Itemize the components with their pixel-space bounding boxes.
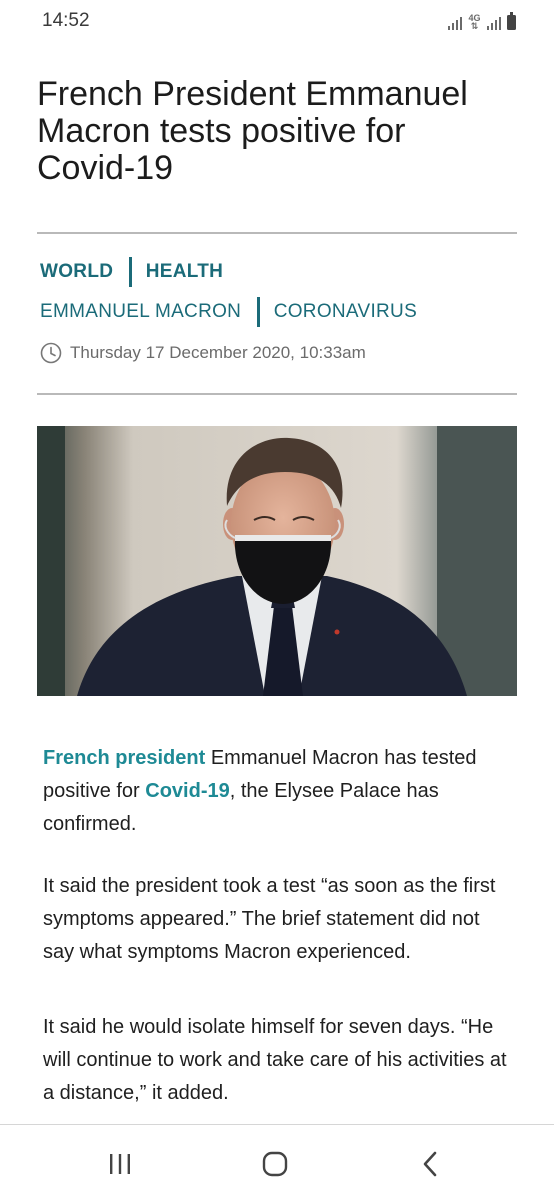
back-icon bbox=[423, 1151, 437, 1177]
battery-icon bbox=[507, 12, 516, 30]
tag-world[interactable]: WORLD bbox=[40, 261, 113, 283]
article-paragraph-1: French president Emmanuel Macron has tes… bbox=[43, 742, 513, 841]
recent-apps-button[interactable] bbox=[100, 1149, 140, 1179]
divider-bottom bbox=[37, 393, 517, 395]
divider-top bbox=[37, 232, 517, 234]
4g-data-icon: 4G ⇅ bbox=[468, 13, 481, 31]
section-tags: WORLD HEALTH bbox=[40, 257, 223, 287]
man-in-black-face-mask-image bbox=[37, 426, 517, 696]
link-covid-19[interactable]: Covid-19 bbox=[145, 780, 229, 802]
signal-icon bbox=[447, 16, 463, 30]
article-headline: French President Emmanuel Macron tests p… bbox=[37, 75, 468, 187]
back-button[interactable] bbox=[410, 1149, 450, 1179]
status-icons: 4G ⇅ bbox=[447, 12, 516, 31]
tag-health[interactable]: HEALTH bbox=[146, 261, 223, 283]
article-date: Thursday 17 December 2020, 10:33am bbox=[70, 343, 366, 362]
article-paragraph-3: It said he would isolate himself for sev… bbox=[43, 1016, 507, 1104]
signal-icon bbox=[486, 16, 501, 30]
article-date-row: Thursday 17 December 2020, 10:33am bbox=[40, 342, 366, 364]
tag-separator bbox=[257, 297, 260, 327]
tag-emmanuel-macron[interactable]: EMMANUEL MACRON bbox=[40, 301, 241, 323]
clock-icon bbox=[40, 342, 62, 364]
home-button[interactable] bbox=[255, 1149, 295, 1179]
home-icon bbox=[262, 1151, 288, 1177]
tag-coronavirus[interactable]: CORONAVIRUS bbox=[274, 301, 417, 323]
recent-apps-icon bbox=[110, 1154, 130, 1174]
navigation-bar bbox=[0, 1124, 554, 1200]
status-bar: 14:52 4G ⇅ bbox=[0, 0, 554, 42]
link-french-president[interactable]: French president bbox=[43, 747, 205, 769]
topic-tags: EMMANUEL MACRON CORONAVIRUS bbox=[40, 297, 417, 327]
article-paragraph-2: It said the president took a test “as so… bbox=[43, 875, 496, 963]
tag-separator bbox=[129, 257, 132, 287]
status-time: 14:52 bbox=[42, 10, 90, 31]
article-photo bbox=[37, 426, 517, 696]
